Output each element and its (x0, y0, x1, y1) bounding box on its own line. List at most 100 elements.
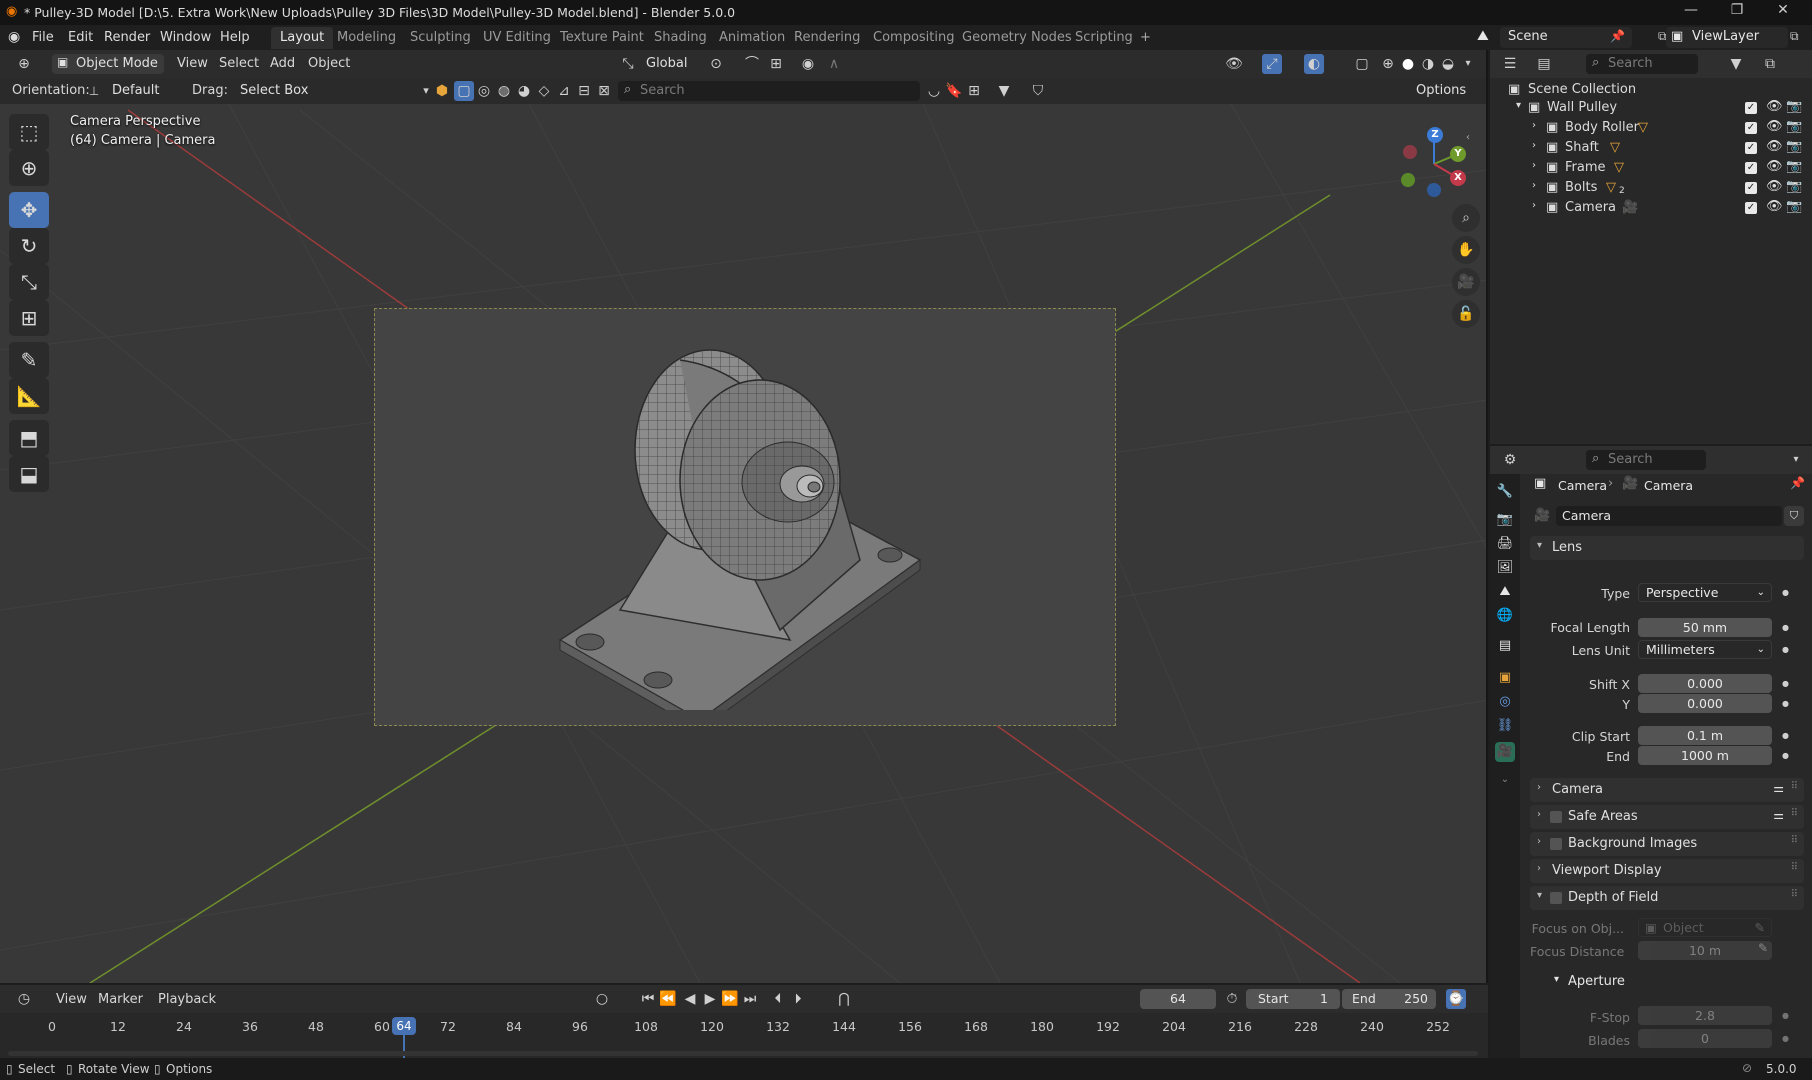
fstop-field[interactable]: 2.8 (1638, 1006, 1772, 1025)
outliner-item-bolts[interactable]: › ▣ Bolts ▽ 2 ✓ 👁 📷 (1490, 178, 1812, 198)
tab-animation[interactable]: Animation (710, 27, 794, 49)
drag-handle-icon[interactable]: ⠿ (1791, 781, 1798, 792)
maximize-button[interactable]: ❐ (1714, 2, 1760, 23)
menu-edit[interactable]: Edit (68, 30, 93, 45)
pivot-point-icon[interactable]: ⊙ (706, 54, 726, 74)
output-tab-icon[interactable]: 🖨 (1495, 534, 1515, 554)
pulley-model[interactable] (540, 330, 940, 710)
shift-y-field[interactable]: 0.000 (1638, 694, 1772, 713)
lens-type-dropdown[interactable]: Perspective ⌄ (1638, 583, 1772, 602)
outliner-editor-icon[interactable]: ☰ (1500, 54, 1520, 74)
menu-object[interactable]: Object (308, 56, 350, 71)
constraints-tab-icon[interactable]: ⛓ (1495, 716, 1515, 736)
select-box-tool[interactable]: ⬚ (9, 114, 49, 150)
item-checkbox[interactable]: ✓ (1745, 162, 1757, 174)
armature-icon[interactable]: ⊿ (554, 81, 574, 101)
orientation-dropdown[interactable]: Default (104, 81, 180, 101)
menu-file[interactable]: File (32, 30, 54, 45)
close-button[interactable]: ✕ (1760, 2, 1806, 23)
shading-options-icon[interactable]: ▾ (1458, 54, 1478, 74)
camera-view-icon[interactable]: 🎥 (1452, 268, 1480, 296)
start-frame-field[interactable]: Start 1 (1246, 989, 1340, 1009)
drag-dropdown[interactable]: Select Box (232, 81, 316, 101)
selectable-mesh-icon[interactable]: ▢ (454, 81, 474, 101)
animate-dot-icon[interactable]: ● (1782, 1011, 1789, 1020)
measure-tool[interactable]: 📐 (9, 378, 49, 414)
prev-marker-icon[interactable]: ⏴ (768, 989, 788, 1009)
mesh-data-icon[interactable]: ▽ (1606, 180, 1616, 195)
viewport-3d[interactable]: ⊕ ▣ Object Mode View Select Add Object ⤡ … (0, 50, 1488, 983)
safe-areas-panel-header[interactable]: › Safe Areas ⚌ ⠿ (1530, 805, 1804, 829)
menu-view[interactable]: View (177, 56, 208, 71)
solid-shading-icon[interactable]: ● (1398, 54, 1418, 74)
shield-icon[interactable]: ⛉ (1028, 81, 1048, 101)
rendered-shading-icon[interactable]: ◒ (1438, 54, 1458, 74)
visibility-eye-icon[interactable]: 👁 (1766, 139, 1783, 154)
prev-keyframe-icon[interactable]: ⏪ (658, 989, 678, 1009)
jump-end-icon[interactable]: ⏭ (740, 989, 760, 1009)
auto-keying-icon[interactable]: ○ (592, 989, 612, 1009)
snap-icon[interactable]: ⌒ (742, 54, 762, 74)
tab-scripting[interactable]: Scripting (1066, 27, 1142, 49)
animate-dot-icon[interactable]: ● (1782, 679, 1789, 688)
render-camera-icon[interactable]: 📷 (1786, 139, 1802, 154)
display-mode-icon[interactable]: ▤ (1534, 54, 1554, 74)
world-tab-icon[interactable]: 🌐 (1495, 606, 1515, 626)
current-frame-field[interactable]: 64 (1140, 989, 1216, 1009)
expand-icon[interactable]: › (1532, 180, 1536, 191)
viewport-display-panel-header[interactable]: › Viewport Display ⠿ (1530, 859, 1804, 883)
menu-window[interactable]: Window (160, 30, 211, 45)
outliner-item-camera[interactable]: › ▣ Camera 🎥 ✓ 👁 📷 (1490, 198, 1812, 218)
breadcrumb-object[interactable]: Camera (1558, 478, 1607, 493)
render-camera-icon[interactable]: 📷 (1786, 99, 1802, 114)
lock-icon[interactable]: 🔓 (1452, 300, 1480, 328)
clip-end-field[interactable]: 1000 m (1638, 746, 1772, 765)
proportional-edit-icon[interactable]: ◉ (798, 54, 818, 74)
drag-handle-icon[interactable]: ⠿ (1791, 808, 1798, 819)
object-tab-icon[interactable]: ▣ (1495, 668, 1515, 688)
menu-render[interactable]: Render (104, 30, 150, 45)
new-collection-icon[interactable]: ⧉ (1760, 54, 1780, 74)
expand-icon[interactable]: › (1532, 140, 1536, 151)
view-layer-tab-icon[interactable]: 🖼 (1495, 558, 1515, 578)
filter-toggle-icon[interactable]: ◡ (924, 81, 944, 101)
presets-icon[interactable]: ⚌ (1773, 808, 1784, 822)
snap-target-icon[interactable]: ⊞ (766, 54, 786, 74)
expand-icon[interactable]: ▾ (1516, 100, 1521, 111)
gizmo-toggle-icon[interactable]: ⤢ (1262, 54, 1282, 74)
move-tool[interactable]: ✥ (9, 192, 49, 228)
text-object-icon[interactable]: ◇ (534, 81, 554, 101)
render-camera-icon[interactable]: 📷 (1786, 159, 1802, 174)
tab-sculpting[interactable]: Sculpting (401, 27, 480, 49)
safe-areas-checkbox[interactable] (1550, 811, 1562, 823)
outliner-filter-icon[interactable]: ▼ (1726, 54, 1746, 74)
wireframe-shading-icon[interactable]: ⊕ (1378, 54, 1398, 74)
gizmo-x-axis[interactable]: X (1450, 170, 1466, 186)
overlays-toggle-icon[interactable]: ◐ (1304, 54, 1324, 74)
timeline-scrollbar[interactable] (8, 1051, 1478, 1056)
lens-panel-header[interactable]: ▾ Lens (1530, 536, 1804, 560)
camera-panel-header[interactable]: › Camera ⚌ ⠿ (1530, 778, 1804, 802)
visibility-eye-icon[interactable]: 👁 (1766, 99, 1783, 114)
lens-unit-dropdown[interactable]: Millimeters ⌄ (1638, 640, 1772, 659)
tab-shading[interactable]: Shading (645, 27, 716, 49)
camera-data-icon[interactable]: 🎥 (1622, 200, 1638, 215)
tool-tab-icon[interactable]: 🔧 (1495, 482, 1515, 502)
add-view-layer-icon[interactable]: ⧉ (1790, 29, 1799, 44)
menu-add[interactable]: Add (270, 56, 295, 71)
playhead-frame-indicator[interactable]: 64 (392, 1017, 416, 1035)
sidebar-toggle-icon[interactable]: ‹ (1466, 132, 1470, 143)
animate-dot-icon[interactable]: ● (1782, 751, 1789, 760)
camera-datablock-name-field[interactable]: Camera (1556, 506, 1782, 526)
animate-dot-icon[interactable]: ● (1782, 588, 1789, 597)
scene-tab-icon[interactable]: ⛰ (1495, 582, 1515, 602)
animate-dot-icon[interactable]: ● (1782, 699, 1789, 708)
tab-uv-editing[interactable]: UV Editing (474, 27, 560, 49)
more-tabs-icon[interactable]: ⌄ (1495, 770, 1515, 790)
properties-editor-icon[interactable]: ⚙ (1500, 450, 1520, 470)
blender-menu-icon[interactable]: ◉ (8, 29, 20, 45)
tab-rendering[interactable]: Rendering (785, 27, 869, 49)
outliner-item-shaft[interactable]: › ▣ Shaft ▽ ✓ 👁 📷 (1490, 138, 1812, 158)
menu-help[interactable]: Help (220, 30, 250, 45)
drag-handle-icon[interactable]: ⠿ (1791, 835, 1798, 846)
